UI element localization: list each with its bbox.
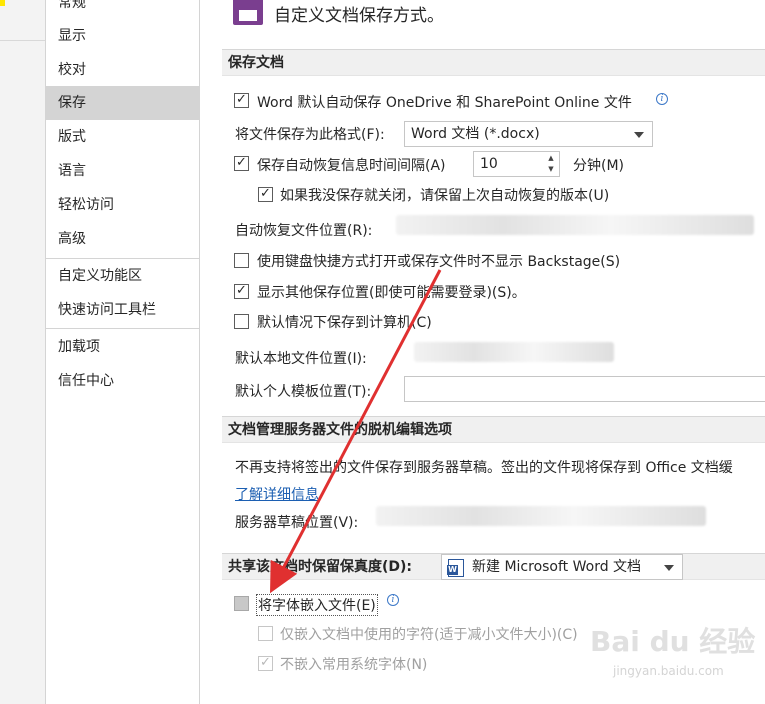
- nav-item-save[interactable]: 保存: [46, 86, 200, 120]
- window-left-edge: [0, 0, 45, 704]
- fidelity-document-dropdown[interactable]: W 新建 Microsoft Word 文档: [441, 554, 683, 580]
- save-format-dropdown[interactable]: Word 文档 (*.docx): [404, 121, 653, 147]
- template-location-label: 默认个人模板位置(T):: [235, 384, 372, 400]
- embed-fonts-label: 将字体嵌入文件(E): [256, 594, 378, 616]
- chevron-down-icon: [634, 132, 644, 138]
- nav-item-accessibility[interactable]: 轻松访问: [46, 188, 200, 222]
- nav-item-trust-center[interactable]: 信任中心: [46, 364, 200, 398]
- nav-item-quick-access-toolbar[interactable]: 快速访问工具栏: [46, 293, 200, 327]
- onedrive-autosave-checkbox[interactable]: ✓: [234, 93, 249, 108]
- autorecover-minutes-spinner[interactable]: 10 ▲ ▼: [473, 151, 560, 177]
- word-document-icon: W: [447, 559, 464, 577]
- save-format-value: Word 文档 (*.docx): [411, 126, 540, 142]
- fidelity-document-value: 新建 Microsoft Word 文档: [472, 559, 642, 575]
- autorecover-minutes-value: 10: [480, 156, 498, 172]
- autorecover-location-label: 自动恢复文件位置(R):: [235, 223, 373, 239]
- nav-item-customize-ribbon[interactable]: 自定义功能区: [46, 259, 200, 293]
- nav-item-display[interactable]: 显示: [46, 19, 200, 53]
- no-backstage-checkbox[interactable]: [234, 253, 249, 268]
- embed-used-chars-checkbox[interactable]: [258, 626, 273, 641]
- section-header-offline: 文档管理服务器文件的脱机编辑选项: [222, 416, 765, 443]
- save-to-computer-checkbox[interactable]: [234, 314, 249, 329]
- floppy-disk-icon: [233, 0, 263, 25]
- autorecover-unit-label: 分钟(M): [573, 158, 625, 174]
- spin-up-icon[interactable]: ▲: [545, 153, 557, 164]
- save-to-computer-label: 默认情况下保存到计算机(C): [257, 315, 432, 331]
- spin-down-icon[interactable]: ▼: [545, 164, 557, 175]
- chevron-down-icon: [664, 565, 674, 571]
- options-main-panel: 自定义文档保存方式。 保存文档 ✓ Word 默认自动保存 OneDrive 和…: [200, 0, 765, 704]
- page-title: 自定义文档保存方式。: [274, 6, 444, 26]
- nav-item-add-ins[interactable]: 加载项: [46, 330, 200, 364]
- no-common-fonts-label: 不嵌入常用系统字体(N): [280, 657, 428, 673]
- no-backstage-label: 使用键盘快捷方式打开或保存文件时不显示 Backstage(S): [257, 254, 621, 270]
- show-more-locations-label: 显示其他保存位置(即使可能需要登录)(S)。: [257, 285, 526, 301]
- baidu-watermark: Bai du 经验: [590, 625, 756, 658]
- nav-item-proofing[interactable]: 校对: [46, 53, 200, 87]
- drafts-location-field[interactable]: [376, 506, 706, 526]
- nav-item-layout[interactable]: 版式: [46, 120, 200, 154]
- left-edge-marker: [0, 0, 5, 6]
- embed-fonts-checkbox[interactable]: [234, 596, 249, 611]
- autorecover-label: 保存自动恢复信息时间间隔(A): [257, 158, 446, 174]
- embed-used-chars-label: 仅嵌入文档中使用的字符(适于减小文件大小)(C): [280, 627, 578, 643]
- show-more-locations-checkbox[interactable]: ✓: [234, 284, 249, 299]
- info-icon[interactable]: i: [656, 93, 668, 105]
- nav-item-language[interactable]: 语言: [46, 154, 200, 188]
- autorecover-location-field[interactable]: [396, 215, 754, 235]
- keep-last-version-label: 如果我没保存就关闭，请保留上次自动恢复的版本(U): [280, 188, 610, 204]
- learn-more-link[interactable]: 了解详细信息: [235, 484, 319, 504]
- info-icon[interactable]: i: [387, 594, 399, 606]
- save-format-label: 将文件保存为此格式(F):: [235, 127, 385, 143]
- offline-description: 不再支持将签出的文件保存到服务器草稿。签出的文件现将保存到 Office 文档缓: [235, 460, 733, 476]
- no-common-fonts-checkbox[interactable]: ✓: [258, 656, 273, 671]
- left-edge-divider: [0, 40, 45, 41]
- section-header-save: 保存文档: [222, 49, 765, 76]
- local-location-label: 默认本地文件位置(I):: [235, 351, 367, 367]
- nav-item-general[interactable]: 常规: [46, 0, 200, 20]
- baidu-watermark-url: jingyan.baidu.com: [613, 664, 724, 678]
- drafts-location-label: 服务器草稿位置(V):: [235, 515, 359, 531]
- local-location-field[interactable]: [414, 342, 614, 362]
- nav-divider: [46, 328, 200, 329]
- onedrive-autosave-label: Word 默认自动保存 OneDrive 和 SharePoint Online…: [257, 95, 632, 111]
- keep-last-version-checkbox[interactable]: ✓: [258, 187, 273, 202]
- autorecover-checkbox[interactable]: ✓: [234, 156, 249, 171]
- nav-item-advanced[interactable]: 高级: [46, 222, 200, 256]
- options-nav: 常规 显示 校对 保存 版式 语言 轻松访问 高级 自定义功能区 快速访问工具栏…: [45, 0, 200, 704]
- template-location-field[interactable]: [404, 376, 765, 402]
